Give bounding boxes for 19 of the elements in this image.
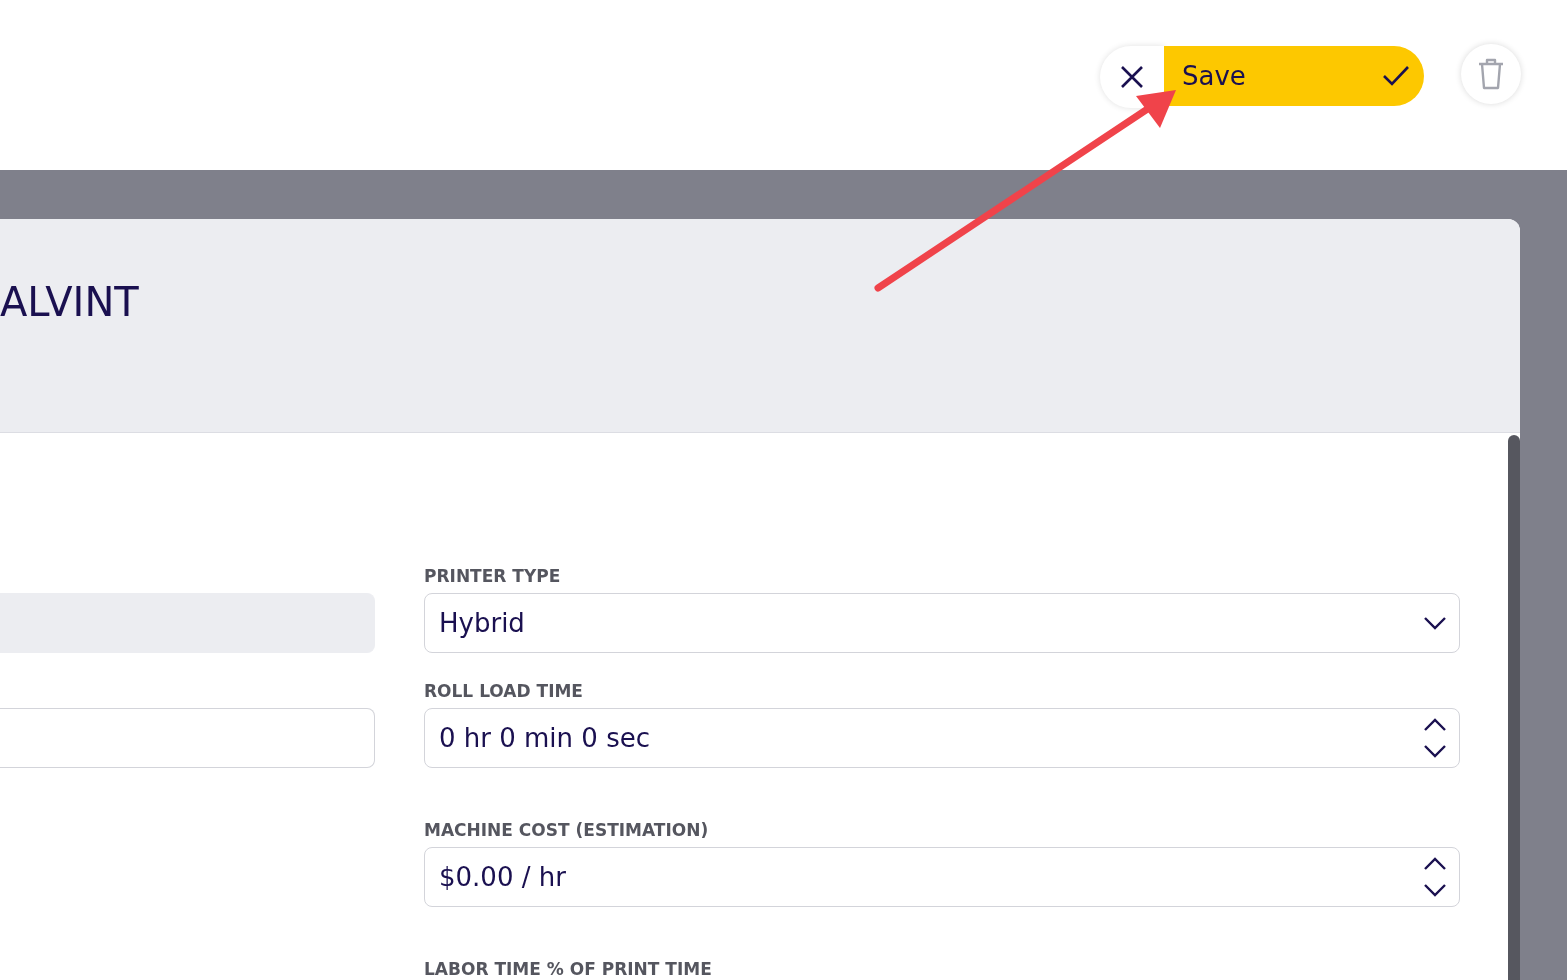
number-input-field[interactable]: $0.00 / hr bbox=[424, 847, 1460, 907]
stepper-arrows-icon bbox=[1423, 717, 1447, 759]
save-button[interactable]: Save bbox=[1164, 46, 1424, 106]
field-label: LABOR TIME % OF PRINT TIME bbox=[424, 959, 712, 979]
field-label: ROLL LOAD TIME bbox=[424, 681, 583, 701]
chevron-down-icon bbox=[1423, 616, 1447, 630]
check-icon bbox=[1382, 65, 1410, 87]
delete-button[interactable] bbox=[1461, 44, 1521, 104]
input-field[interactable] bbox=[0, 708, 375, 768]
stepper-arrows-icon bbox=[1423, 856, 1447, 898]
scrollbar[interactable] bbox=[1508, 435, 1520, 980]
field-label: MACHINE COST (ESTIMATION) bbox=[424, 820, 709, 840]
record-title: ALVINT bbox=[0, 278, 139, 325]
trash-icon bbox=[1478, 58, 1504, 90]
number-input-field[interactable]: 0 hr 0 min 0 sec bbox=[424, 708, 1460, 768]
close-button[interactable] bbox=[1100, 46, 1164, 108]
field-label: PRINTER TYPE bbox=[424, 566, 561, 586]
close-icon bbox=[1120, 65, 1144, 89]
printer-type-dropdown[interactable]: Hybrid bbox=[424, 593, 1460, 653]
